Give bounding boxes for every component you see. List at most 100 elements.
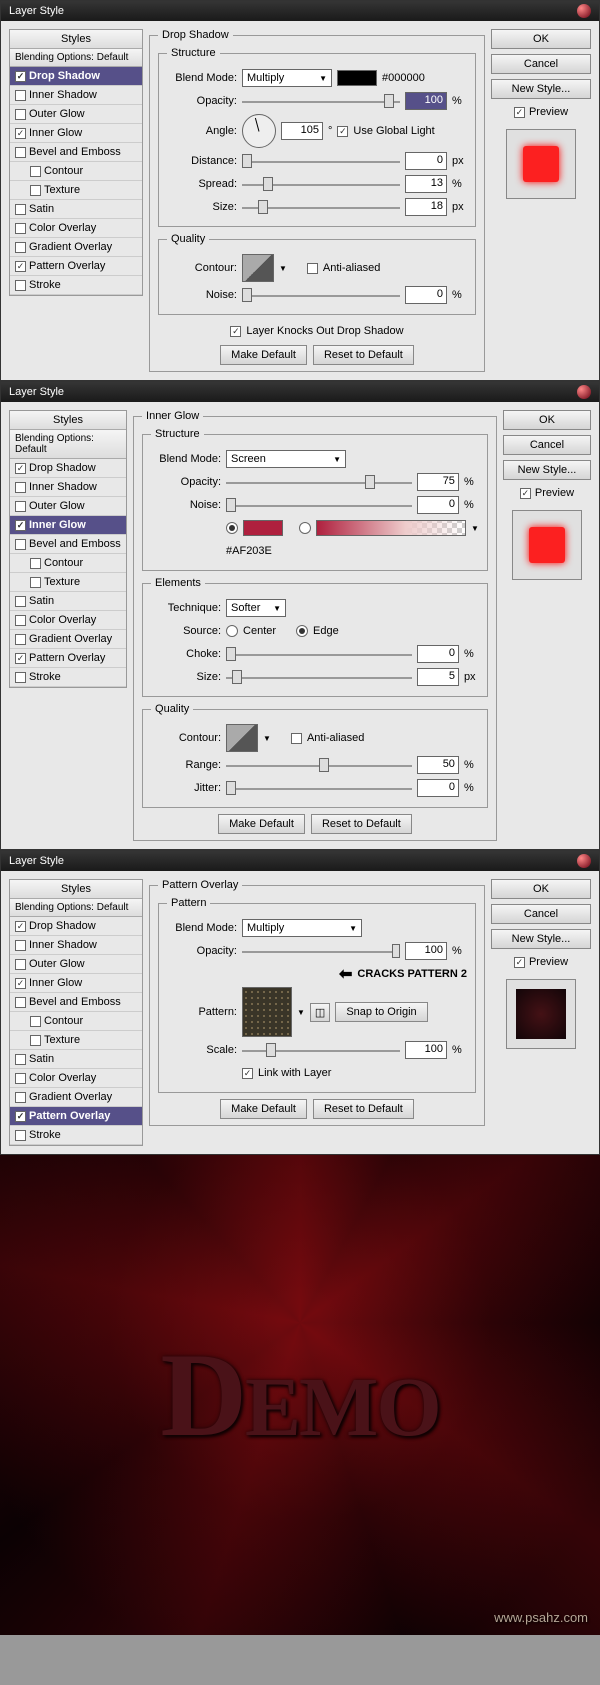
checkbox[interactable]: [15, 280, 26, 291]
range-input[interactable]: 50: [417, 756, 459, 774]
distance-slider[interactable]: [242, 154, 400, 168]
style-texture[interactable]: Texture: [10, 1031, 142, 1050]
noise-input[interactable]: 0: [405, 286, 447, 304]
checkbox[interactable]: [15, 501, 26, 512]
style-contour[interactable]: Contour: [10, 1012, 142, 1031]
antialiased-checkbox[interactable]: [291, 733, 302, 744]
cancel-button[interactable]: Cancel: [491, 904, 591, 924]
style-texture[interactable]: Texture: [10, 181, 142, 200]
jitter-input[interactable]: 0: [417, 779, 459, 797]
size-input[interactable]: 18: [405, 198, 447, 216]
style-stroke[interactable]: Stroke: [10, 1126, 142, 1145]
color-radio[interactable]: [226, 522, 238, 534]
size-slider[interactable]: [226, 670, 412, 684]
style-bevel[interactable]: Bevel and Emboss: [10, 143, 142, 162]
style-inner-shadow[interactable]: Inner Shadow: [10, 86, 142, 105]
blend-mode-select[interactable]: Screen: [226, 450, 346, 468]
distance-input[interactable]: 0: [405, 152, 447, 170]
style-color-overlay[interactable]: Color Overlay: [10, 1069, 142, 1088]
opacity-input[interactable]: 100: [405, 92, 447, 110]
style-gradient-overlay[interactable]: Gradient Overlay: [10, 238, 142, 257]
style-satin[interactable]: Satin: [10, 592, 126, 611]
reset-default-button[interactable]: Reset to Default: [311, 814, 412, 834]
close-orb[interactable]: [577, 4, 591, 18]
checkbox[interactable]: [15, 672, 26, 683]
gradient-radio[interactable]: [299, 522, 311, 534]
angle-input[interactable]: 105: [281, 122, 323, 140]
noise-slider[interactable]: [242, 288, 400, 302]
style-inner-glow[interactable]: Inner Glow: [10, 974, 142, 993]
checkbox[interactable]: [15, 463, 26, 474]
checkbox[interactable]: [15, 1073, 26, 1084]
noise-input[interactable]: 0: [417, 496, 459, 514]
checkbox[interactable]: [15, 653, 26, 664]
checkbox[interactable]: [15, 109, 26, 120]
choke-slider[interactable]: [226, 647, 412, 661]
style-texture[interactable]: Texture: [10, 573, 126, 592]
style-inner-glow[interactable]: Inner Glow: [10, 124, 142, 143]
checkbox[interactable]: [15, 1130, 26, 1141]
ok-button[interactable]: OK: [503, 410, 591, 430]
checkbox[interactable]: [15, 596, 26, 607]
cancel-button[interactable]: Cancel: [503, 435, 591, 455]
size-input[interactable]: 5: [417, 668, 459, 686]
style-gradient-overlay[interactable]: Gradient Overlay: [10, 1088, 142, 1107]
checkbox[interactable]: [15, 997, 26, 1008]
checkbox[interactable]: [15, 539, 26, 550]
preview-checkbox[interactable]: [520, 488, 531, 499]
blending-options[interactable]: Blending Options: Default: [10, 430, 126, 459]
preview-checkbox[interactable]: [514, 957, 525, 968]
checkbox[interactable]: [15, 615, 26, 626]
scale-slider[interactable]: [242, 1043, 400, 1057]
checkbox[interactable]: [15, 90, 26, 101]
opacity-slider[interactable]: [242, 94, 400, 108]
reset-default-button[interactable]: Reset to Default: [313, 345, 414, 365]
checkbox[interactable]: [15, 1054, 26, 1065]
style-satin[interactable]: Satin: [10, 1050, 142, 1069]
new-preset-icon[interactable]: ◫: [310, 1003, 330, 1022]
checkbox[interactable]: [15, 978, 26, 989]
checkbox[interactable]: [15, 223, 26, 234]
checkbox[interactable]: [15, 1092, 26, 1103]
color-swatch[interactable]: [243, 520, 283, 536]
make-default-button[interactable]: Make Default: [220, 345, 307, 365]
ok-button[interactable]: OK: [491, 29, 591, 49]
style-color-overlay[interactable]: Color Overlay: [10, 219, 142, 238]
opacity-input[interactable]: 100: [405, 942, 447, 960]
style-stroke[interactable]: Stroke: [10, 668, 126, 687]
checkbox[interactable]: [30, 558, 41, 569]
new-style-button[interactable]: New Style...: [491, 79, 591, 99]
checkbox[interactable]: [15, 1111, 26, 1122]
style-outer-glow[interactable]: Outer Glow: [10, 497, 126, 516]
blending-options[interactable]: Blending Options: Default: [10, 49, 142, 67]
checkbox[interactable]: [15, 147, 26, 158]
blend-mode-select[interactable]: Multiply: [242, 69, 332, 87]
style-bevel[interactable]: Bevel and Emboss: [10, 993, 142, 1012]
style-drop-shadow[interactable]: Drop Shadow: [10, 459, 126, 478]
checkbox[interactable]: [15, 921, 26, 932]
checkbox[interactable]: [15, 959, 26, 970]
style-stroke[interactable]: Stroke: [10, 276, 142, 295]
size-slider[interactable]: [242, 200, 400, 214]
checkbox[interactable]: [15, 204, 26, 215]
style-contour[interactable]: Contour: [10, 162, 142, 181]
scale-input[interactable]: 100: [405, 1041, 447, 1059]
make-default-button[interactable]: Make Default: [218, 814, 305, 834]
opacity-slider[interactable]: [226, 475, 412, 489]
style-gradient-overlay[interactable]: Gradient Overlay: [10, 630, 126, 649]
contour-picker[interactable]: [242, 254, 274, 282]
checkbox[interactable]: [30, 577, 41, 588]
pattern-picker[interactable]: [242, 987, 292, 1037]
make-default-button[interactable]: Make Default: [220, 1099, 307, 1119]
style-color-overlay[interactable]: Color Overlay: [10, 611, 126, 630]
style-inner-shadow[interactable]: Inner Shadow: [10, 478, 126, 497]
range-slider[interactable]: [226, 758, 412, 772]
style-bevel[interactable]: Bevel and Emboss: [10, 535, 126, 554]
style-outer-glow[interactable]: Outer Glow: [10, 105, 142, 124]
checkbox[interactable]: [15, 634, 26, 645]
spread-input[interactable]: 13: [405, 175, 447, 193]
global-light-checkbox[interactable]: [337, 126, 348, 137]
checkbox[interactable]: [15, 482, 26, 493]
close-orb[interactable]: [577, 854, 591, 868]
opacity-input[interactable]: 75: [417, 473, 459, 491]
